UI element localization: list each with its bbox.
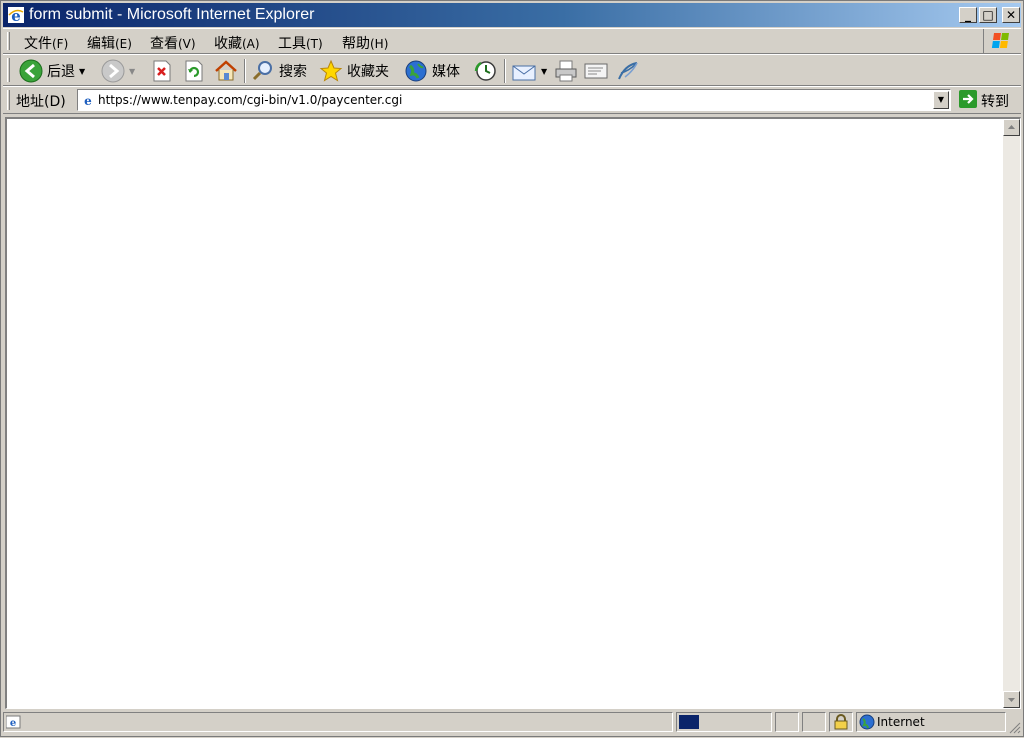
windows-logo-icon	[983, 29, 1019, 53]
messenger-icon	[615, 59, 641, 83]
mail-dropdown-icon[interactable]: ▼	[541, 67, 547, 76]
menu-tools[interactable]: 工具(T)	[278, 33, 323, 53]
history-icon	[473, 59, 499, 83]
toolbar-grip[interactable]	[7, 58, 10, 82]
back-label: 后退	[47, 64, 75, 80]
url-input[interactable]	[98, 91, 928, 109]
status-text-panel: e	[3, 712, 673, 732]
address-bar: 地址(D) e ▼ 转到	[3, 86, 1021, 114]
home-icon	[213, 59, 239, 83]
scroll-down-button[interactable]	[1003, 691, 1020, 708]
ie-icon: e	[7, 6, 25, 25]
menu-view[interactable]: 查看(V)	[150, 33, 196, 53]
forward-dropdown-icon[interactable]: ▼	[129, 67, 135, 76]
forward-button[interactable]: ▼	[101, 57, 135, 85]
minimize-button[interactable]: _	[959, 7, 977, 23]
security-panel[interactable]	[829, 712, 853, 732]
page-status-icon: e	[5, 714, 22, 734]
stop-button[interactable]	[151, 57, 173, 85]
svg-text:e: e	[84, 94, 92, 107]
zone-panel[interactable]: Internet	[856, 712, 1006, 732]
star-icon	[319, 59, 343, 83]
vertical-scrollbar[interactable]	[1003, 119, 1020, 708]
status-panel-empty	[775, 712, 799, 732]
menu-help[interactable]: 帮助(H)	[342, 33, 388, 53]
back-arrow-icon	[19, 59, 43, 83]
progress-panel	[676, 712, 772, 732]
favorites-button[interactable]: 收藏夹	[319, 57, 389, 85]
home-button[interactable]	[213, 57, 239, 85]
forward-arrow-icon	[101, 59, 125, 83]
printer-icon	[553, 59, 579, 83]
search-button[interactable]: 搜索	[251, 57, 307, 85]
menu-favorites[interactable]: 收藏(A)	[214, 33, 260, 53]
edit-icon	[583, 59, 609, 83]
back-button[interactable]: 后退 ▼	[19, 57, 85, 85]
media-button[interactable]: 媒体	[404, 57, 460, 85]
svg-text:e: e	[10, 718, 16, 729]
messenger-button[interactable]	[615, 57, 641, 85]
mail-button[interactable]: ▼	[511, 57, 547, 85]
media-label: 媒体	[432, 64, 460, 80]
refresh-icon	[183, 59, 205, 83]
window-title: form submit - Microsoft Internet Explore…	[29, 6, 315, 23]
menu-edit[interactable]: 编辑(E)	[87, 33, 132, 53]
standard-toolbar: 后退 ▼ ▼ 搜索 收藏夹 媒体 ▼	[3, 54, 1021, 86]
address-grip[interactable]	[7, 90, 10, 110]
browser-window: e form submit - Microsoft Internet Explo…	[0, 0, 1024, 737]
internet-globe-icon	[859, 714, 875, 734]
resize-grip-icon[interactable]	[1007, 720, 1021, 734]
stop-icon	[151, 59, 173, 83]
history-button[interactable]	[473, 57, 499, 85]
status-bar: e Internet	[3, 710, 1021, 734]
go-label: 转到	[981, 94, 1009, 110]
menu-file[interactable]: 文件(F)	[24, 33, 68, 53]
status-panel-empty	[802, 712, 826, 732]
scroll-up-button[interactable]	[1003, 119, 1020, 136]
maximize-button[interactable]: □	[979, 7, 997, 23]
media-globe-icon	[404, 59, 428, 83]
go-button[interactable]: 转到	[959, 90, 1009, 112]
favorites-label: 收藏夹	[347, 64, 389, 80]
title-bar[interactable]: e form submit - Microsoft Internet Explo…	[3, 3, 1021, 27]
edit-button[interactable]	[583, 57, 609, 85]
close-button[interactable]: ✕	[1002, 7, 1020, 23]
back-dropdown-icon[interactable]: ▼	[79, 67, 85, 76]
toolbar-separator	[244, 59, 246, 83]
lock-icon	[834, 714, 848, 734]
refresh-button[interactable]	[183, 57, 205, 85]
toolbar-separator	[504, 59, 506, 83]
address-label: 地址(D)	[16, 94, 66, 110]
address-dropdown-button[interactable]: ▼	[933, 91, 949, 109]
search-label: 搜索	[279, 64, 307, 80]
page-content[interactable]	[5, 117, 1021, 709]
address-field[interactable]: e ▼	[77, 89, 951, 111]
menu-bar: 文件(F) 编辑(E) 查看(V) 收藏(A) 工具(T) 帮助(H)	[3, 28, 1021, 54]
go-arrow-icon	[959, 90, 977, 112]
print-button[interactable]	[553, 57, 579, 85]
search-icon	[251, 59, 275, 83]
svg-text:e: e	[11, 7, 21, 24]
zone-label: Internet	[877, 715, 925, 729]
page-icon: e	[81, 93, 95, 111]
menu-grip[interactable]	[7, 32, 10, 50]
progress-bar	[679, 715, 699, 729]
mail-icon	[511, 59, 537, 83]
